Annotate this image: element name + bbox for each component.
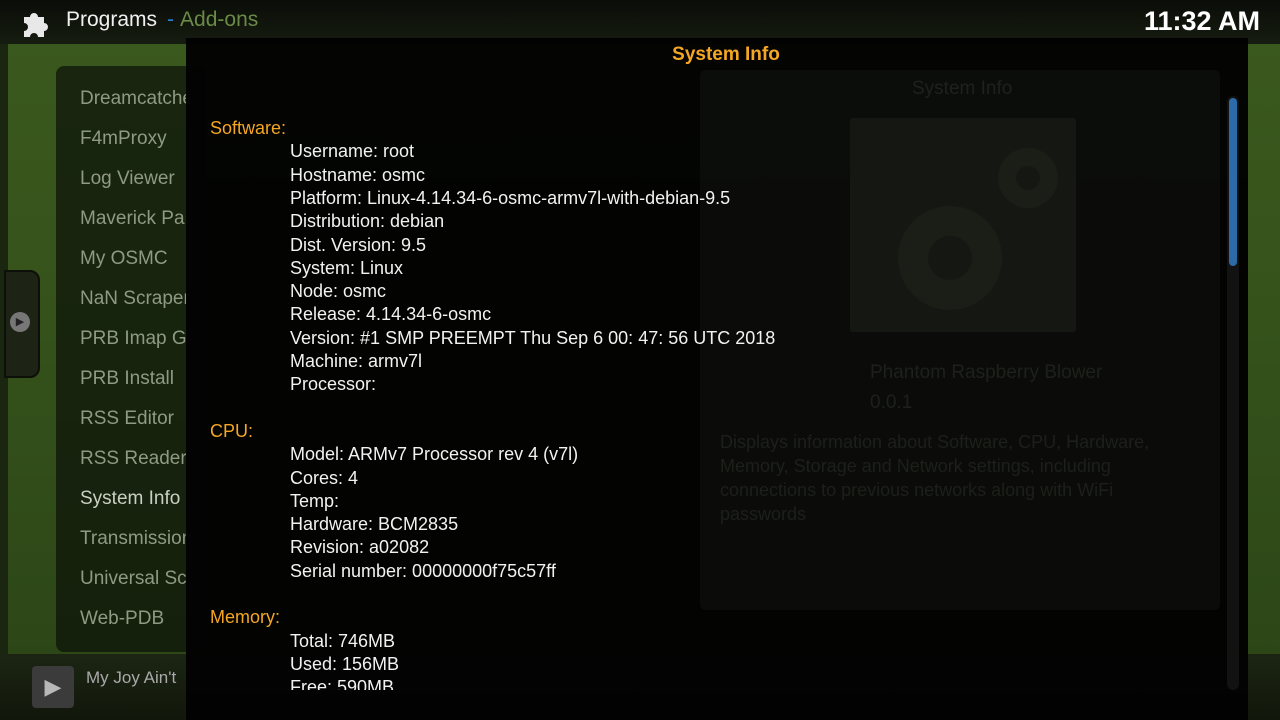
info-content: Software: Username: root Hostname: osmc Pla… — [186, 118, 1216, 690]
list-item[interactable]: PRB Imap G — [80, 328, 190, 350]
info-line: Platform: Linux-4.14.34-6-osmc-armv7l-wi… — [290, 187, 731, 208]
section-heading: Software: — [210, 118, 287, 138]
addon-info-title: System Info — [912, 78, 1013, 99]
info-line: Temp: — [290, 490, 340, 511]
info-line: Used: 156MB — [290, 653, 400, 674]
info-line: Revision: a02082 — [290, 537, 430, 558]
list-item[interactable]: System Info — [80, 488, 190, 510]
puzzle-icon — [20, 5, 54, 39]
info-line: Cores: 4 — [290, 467, 359, 488]
dialog-title: System Info — [672, 44, 780, 65]
info-line: Username: root — [290, 141, 415, 162]
list-item[interactable]: Log Viewer — [80, 168, 190, 190]
title-separator: - — [167, 8, 175, 31]
info-line: Node: osmc — [290, 281, 387, 302]
list-item[interactable]: Maverick Pa — [80, 208, 190, 230]
section-heading: CPU: — [210, 420, 254, 441]
info-line: Hostname: osmc — [290, 164, 426, 185]
clock: 11:32 AM — [1143, 6, 1260, 36]
info-line: Serial number: 00000000f75c57ff — [290, 560, 556, 581]
list-item[interactable]: Universal Sc — [80, 568, 190, 590]
page-title: Programs - Add-ons — [66, 8, 258, 32]
info-line: System: Linux — [290, 257, 404, 278]
list-item[interactable]: My OSMC — [80, 248, 190, 270]
page-subtitle: Add-ons — [180, 8, 259, 31]
list-item[interactable]: F4mProxy — [80, 128, 190, 150]
info-line: Model: ARMv7 Processor rev 4 (v7l) — [290, 444, 579, 465]
play-icon[interactable]: ▶ — [32, 666, 74, 708]
chevron-right-icon[interactable]: ▶ — [10, 312, 30, 332]
screen: Programs - Add-ons 11:32 AM ▶ Dreamcatcher… — [0, 0, 1280, 720]
list-item[interactable]: NaN Scraper — [80, 288, 190, 310]
info-line: Free: 590MB — [290, 677, 395, 690]
info-line: Version: #1 SMP PREEMPT Thu Sep 6 00: 47… — [290, 327, 776, 348]
now-playing-label: My Joy Ain't — [86, 668, 177, 687]
list-item[interactable]: Transmission — [80, 528, 190, 550]
section-heading: Memory: — [210, 607, 281, 628]
info-line: Hardware: BCM2835 — [290, 514, 459, 535]
info-line: Release: 4.14.34-6-osmc — [290, 304, 492, 325]
list-item[interactable]: Dreamcatcher — [80, 88, 190, 110]
left-edge — [0, 44, 8, 720]
scrollbar-thumb[interactable] — [1229, 98, 1237, 266]
info-line: Distribution: debian — [290, 211, 445, 232]
info-line: Machine: armv7l — [290, 351, 423, 371]
info-line: Total: 746MB — [290, 630, 396, 651]
addon-list — [56, 66, 206, 652]
list-item[interactable]: Web-PDB — [80, 608, 190, 630]
info-line: Processor: — [290, 374, 377, 395]
list-item[interactable]: PRB Install — [80, 368, 190, 390]
list-item[interactable]: RSS Editor — [80, 408, 190, 430]
info-line: Dist. Version: 9.5 — [290, 234, 427, 255]
page-title-text: Programs — [66, 8, 158, 31]
list-item[interactable]: RSS Reader — [80, 448, 190, 470]
